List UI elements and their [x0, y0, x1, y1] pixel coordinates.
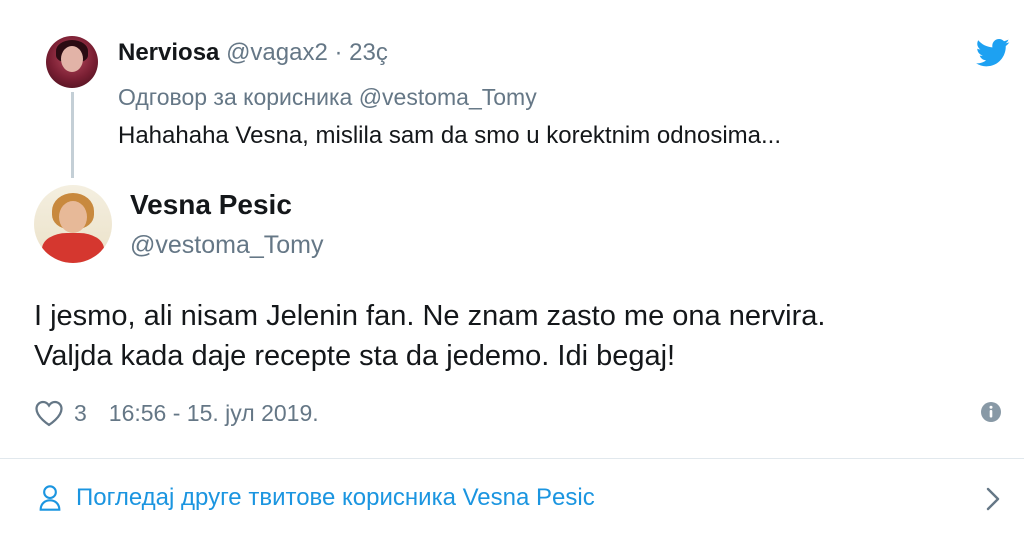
tweet-text-line: I jesmo, ali nisam Jelenin fan. Ne znam …	[34, 300, 826, 332]
parent-author-avatar[interactable]	[46, 36, 98, 88]
parent-tweet-time[interactable]: 23ç	[349, 39, 388, 66]
footer-divider	[0, 458, 1024, 459]
tweet-meta-row: 3 16:56 - 15. јул 2019.	[34, 396, 319, 430]
heart-icon[interactable]	[34, 399, 64, 427]
main-author-avatar[interactable]	[34, 185, 112, 263]
main-author-name[interactable]: Vesna Pesic	[130, 187, 292, 223]
parent-author-name[interactable]: Nerviosa	[118, 39, 219, 66]
chevron-right-icon[interactable]	[983, 485, 1003, 513]
embedded-tweet-card: Nerviosa @vagax2 · 23ç Одговор за корисн…	[0, 0, 1024, 544]
thread-connector-line	[71, 92, 74, 178]
tweet-timestamp[interactable]: 16:56 - 15. јул 2019.	[109, 400, 319, 427]
parent-tweet-text: Hahahaha Vesna, mislila sam da smo u kor…	[118, 122, 781, 149]
more-tweets-label[interactable]: Погледај друге твитове корисника Vesna P…	[76, 484, 595, 512]
tweet-text-line: Valjda kada daje recepte sta da jedemo. …	[34, 340, 676, 372]
reply-to-label: Одговор за корисника @vestoma_Tomy	[118, 84, 537, 110]
more-tweets-link[interactable]: Погледај друге твитове корисника Vesna P…	[38, 478, 595, 518]
parent-tweet-header: Nerviosa @vagax2 · 23ç	[118, 38, 388, 68]
main-author-handle[interactable]: @vestoma_Tomy	[130, 229, 324, 261]
parent-author-handle[interactable]: @vagax2	[226, 39, 328, 66]
info-icon[interactable]	[980, 401, 1002, 423]
header-separator: ·	[334, 39, 343, 66]
twitter-bird-icon[interactable]	[976, 38, 1010, 68]
like-count[interactable]: 3	[74, 400, 87, 427]
person-icon	[39, 485, 61, 511]
main-tweet-text: I jesmo, ali nisam Jelenin fan. Ne znam …	[34, 296, 994, 376]
